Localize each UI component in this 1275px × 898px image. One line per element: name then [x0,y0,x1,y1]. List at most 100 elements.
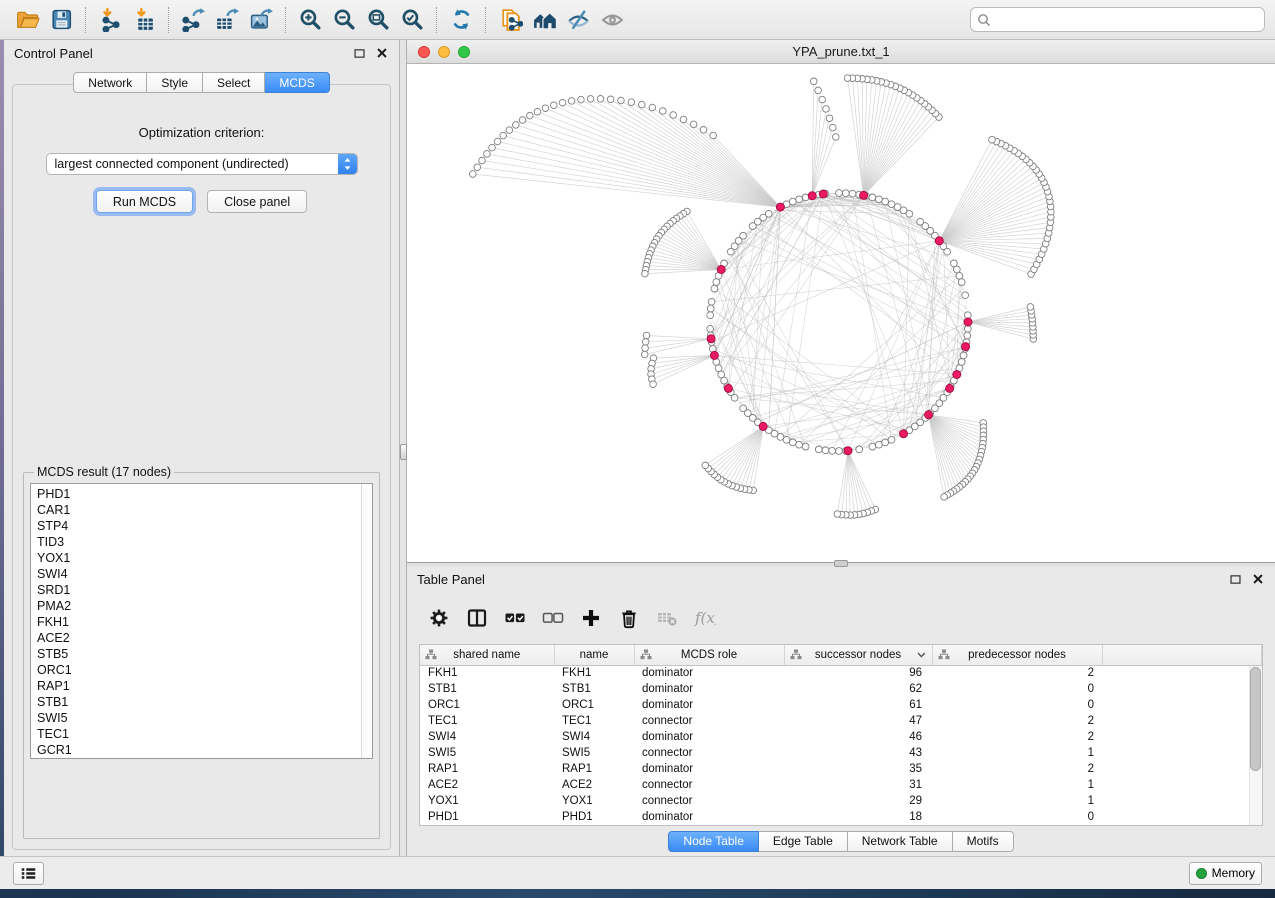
tab-mcds[interactable]: MCDS [265,72,329,93]
table-settings-icon[interactable] [423,602,455,634]
memory-status-icon [1196,868,1207,879]
save-session-icon[interactable] [44,5,78,35]
mcds-result-item[interactable]: TEC1 [37,726,372,742]
control-panel-title: Control Panel [14,46,93,61]
task-history-button[interactable] [13,862,44,885]
window-controls [418,40,470,63]
zoom-in-icon[interactable] [293,5,327,35]
mcds-result-item[interactable]: STB5 [37,646,372,662]
table-row[interactable]: STB1STB1dominator620 [420,681,1262,697]
mcds-result-item[interactable]: SWI5 [37,710,372,726]
tab-network-table[interactable]: Network Table [848,831,953,852]
deselect-all-rows-icon[interactable] [537,602,569,634]
mcds-result-item[interactable]: YOX1 [37,550,372,566]
search-box [970,7,1265,32]
export-image-icon[interactable] [244,5,278,35]
column-header-filler [1102,645,1262,665]
export-table-icon[interactable] [210,5,244,35]
tab-style[interactable]: Style [147,72,203,93]
horizontal-splitter[interactable] [407,563,1275,566]
clone-network-icon[interactable] [493,5,527,35]
mcds-result-item[interactable]: PHD1 [37,486,372,502]
node-table: shared namenameMCDS rolesuccessor nodesp… [419,644,1263,826]
float-panel-icon[interactable] [1228,572,1243,587]
mcds-result-item[interactable]: SWI4 [37,566,372,582]
tab-network[interactable]: Network [73,72,147,93]
mcds-result-item[interactable]: SRD1 [37,582,372,598]
import-network-icon[interactable] [93,5,127,35]
mcds-result-item[interactable]: ACE2 [37,630,372,646]
mcds-result-item[interactable]: ORC1 [37,662,372,678]
table-scrollbar-thumb[interactable] [1250,667,1261,771]
tab-motifs[interactable]: Motifs [953,831,1014,852]
network-window-title: YPA_prune.txt_1 [792,44,889,59]
toolbar-separator [436,7,437,33]
table-row[interactable]: YOX1YOX1connector291 [420,793,1262,809]
delete-column-icon[interactable] [613,602,645,634]
table-row[interactable]: SWI4SWI4dominator462 [420,729,1262,745]
add-column-icon[interactable] [575,602,607,634]
table-row[interactable]: ORC1ORC1dominator610 [420,697,1262,713]
table-row[interactable]: ACE2ACE2connector311 [420,777,1262,793]
mcds-result-item[interactable]: STB1 [37,694,372,710]
memory-button[interactable]: Memory [1189,862,1262,885]
splitter-grip[interactable] [400,444,407,460]
mcds-result-listbox: PHD1CAR1STP4TID3YOX1SWI4SRD1PMA2FKH1ACE2… [30,483,373,759]
show-columns-icon[interactable] [461,602,493,634]
import-table-icon[interactable] [127,5,161,35]
maximize-window-icon[interactable] [458,46,470,58]
table-row[interactable]: FKH1FKH1dominator962 [420,665,1262,681]
column-type-icon [640,649,652,660]
optimization-criterion-select[interactable]: largest connected component (undirected) [46,153,358,175]
column-header-name[interactable]: name [554,645,634,665]
table-row[interactable]: SWI5SWI5connector431 [420,745,1262,761]
result-scrollbar-track[interactable] [361,484,372,758]
splitter-grip[interactable] [834,560,848,567]
toolbar-separator [85,7,86,33]
close-panel-icon[interactable] [374,46,389,61]
mcds-result-item[interactable]: STP4 [37,518,372,534]
table-panel-titlebar: Table Panel [407,566,1275,592]
close-panel-icon[interactable] [1250,572,1265,587]
tab-edge-table[interactable]: Edge Table [759,831,848,852]
refresh-layout-icon[interactable] [444,5,478,35]
mcds-result-item[interactable]: TID3 [37,534,372,550]
search-input[interactable] [995,12,1258,28]
tab-node-table[interactable]: Node Table [668,831,759,852]
select-all-rows-icon[interactable] [499,602,531,634]
vertical-splitter[interactable] [400,40,407,856]
hide-graphics-details-icon[interactable] [561,5,595,35]
mcds-result-fieldset: MCDS result (17 nodes) PHD1CAR1STP4TID3Y… [23,465,380,839]
network-canvas-wrap [407,64,1275,562]
mcds-result-item[interactable]: FKH1 [37,614,372,630]
tab-select[interactable]: Select [203,72,265,93]
open-session-icon[interactable] [10,5,44,35]
zoom-out-icon[interactable] [327,5,361,35]
export-network-icon[interactable] [176,5,210,35]
toolbar-separator [485,7,486,33]
zoom-fit-icon[interactable] [361,5,395,35]
zoom-selected-icon[interactable] [395,5,429,35]
run-mcds-button[interactable]: Run MCDS [96,190,193,213]
minimize-window-icon[interactable] [438,46,450,58]
optimization-criterion-value: largest connected component (undirected) [47,157,338,171]
control-panel: Control Panel NetworkStyleSelectMCDS Opt… [4,40,400,856]
float-panel-icon[interactable] [352,46,367,61]
mcds-result-item[interactable]: PMA2 [37,598,372,614]
close-panel-button[interactable]: Close panel [207,190,307,213]
mcds-result-item[interactable]: GCR1 [37,742,372,758]
first-neighbors-icon[interactable] [527,5,561,35]
table-row[interactable]: PHD1PHD1dominator180 [420,809,1262,825]
close-window-icon[interactable] [418,46,430,58]
table-row[interactable]: TEC1TEC1connector472 [420,713,1262,729]
column-header-MCDS-role[interactable]: MCDS role [634,645,784,665]
network-canvas[interactable] [407,64,1275,562]
mcds-result-item[interactable]: CAR1 [37,502,372,518]
column-header-shared-name[interactable]: shared name [420,645,554,665]
table-row[interactable]: RAP1RAP1dominator352 [420,761,1262,777]
column-header-predecessor-nodes[interactable]: predecessor nodes [932,645,1102,665]
mcds-result-item[interactable]: RAP1 [37,678,372,694]
show-graphics-details-icon [595,5,629,35]
column-header-successor-nodes[interactable]: successor nodes [784,645,932,665]
network-window-titlebar: YPA_prune.txt_1 [407,40,1275,64]
